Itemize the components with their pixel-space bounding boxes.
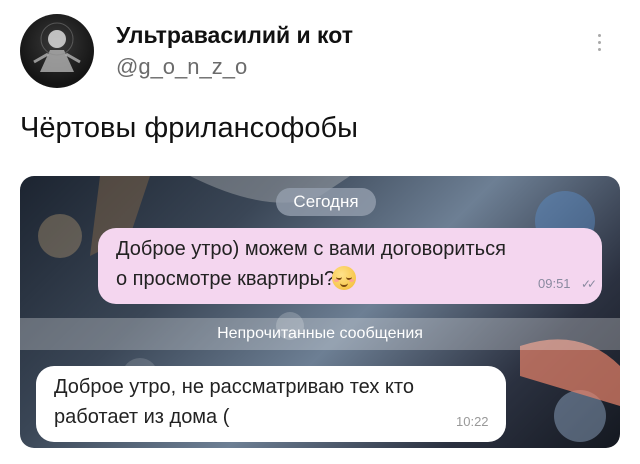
author-name[interactable]: Ультравасилий и кот bbox=[116, 22, 353, 49]
relieved-face-emoji-icon bbox=[332, 266, 356, 290]
tweet-text: Чёртовы фрилансофобы bbox=[20, 112, 358, 144]
incoming-message-time: 10:22 bbox=[456, 414, 489, 429]
avatar[interactable] bbox=[20, 14, 94, 88]
date-separator: Сегодня bbox=[276, 188, 376, 216]
read-checkmarks-icon: ✓✓ bbox=[581, 277, 597, 291]
author-handle[interactable]: @g_o_n_z_o bbox=[116, 54, 247, 80]
unread-messages-divider: Непрочитанные сообщения bbox=[20, 318, 620, 350]
tweet-media[interactable]: Сегодня Доброе утро) можем с вами догово… bbox=[20, 176, 620, 448]
avatar-figure-icon bbox=[33, 22, 81, 72]
outgoing-message-line-2: о просмотре квартиры? bbox=[116, 268, 336, 290]
outgoing-message-line-1: Доброе утро) можем с вами договориться bbox=[116, 238, 506, 260]
incoming-message-line-1: Доброе утро, не рассматриваю тех кто bbox=[54, 376, 414, 398]
more-options-icon[interactable] bbox=[596, 34, 602, 55]
outgoing-message[interactable]: Доброе утро) можем с вами договориться о… bbox=[98, 228, 602, 304]
incoming-message[interactable]: Доброе утро, не рассматриваю тех кто раб… bbox=[36, 366, 506, 442]
incoming-message-line-2: работает из дома ( bbox=[54, 406, 230, 428]
outgoing-message-time: 09:51 bbox=[538, 276, 571, 291]
